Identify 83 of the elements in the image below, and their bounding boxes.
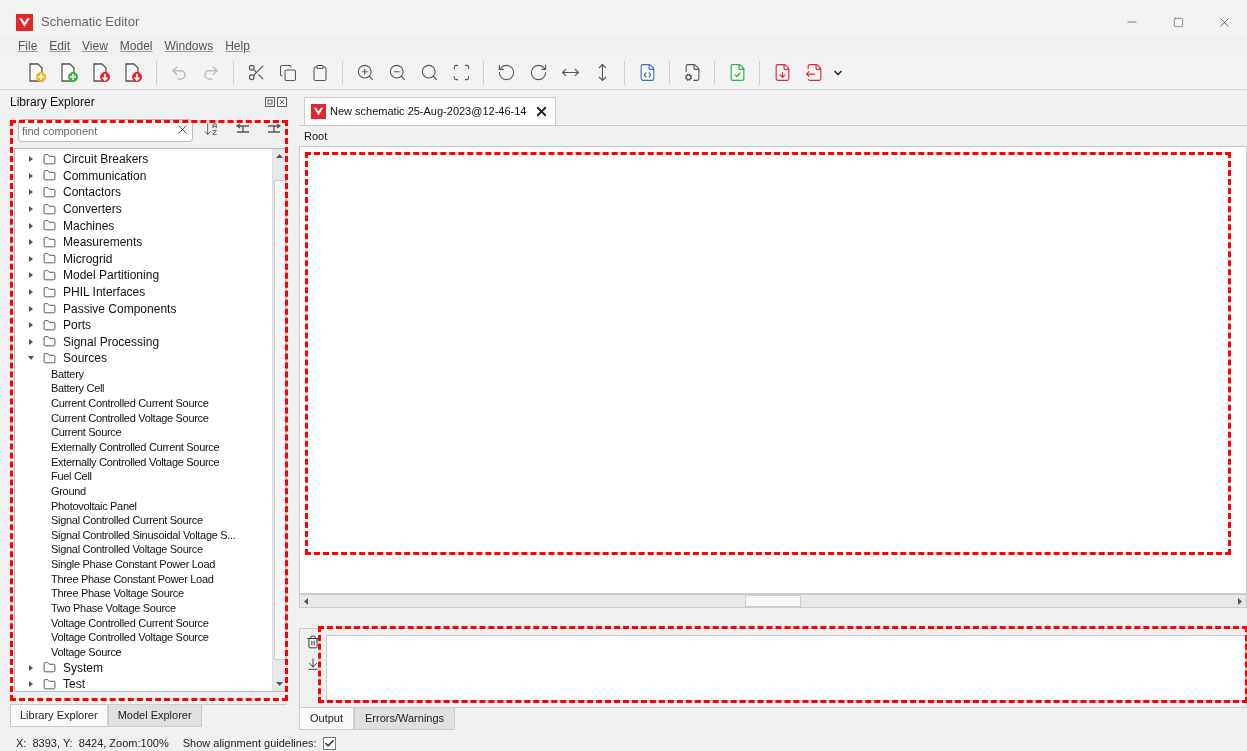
tree-item[interactable]: Model Partitioning — [63, 266, 160, 285]
tree-item[interactable]: Circuit Breakers — [63, 150, 149, 169]
close-panel-icon[interactable] — [277, 97, 287, 107]
menu-item[interactable]: Model — [119, 37, 153, 55]
tree-item[interactable]: Current Controlled Voltage Source — [51, 409, 209, 427]
menu-item[interactable]: Help — [225, 37, 250, 55]
tree-item[interactable]: Voltage Controlled Current Source — [51, 614, 209, 632]
tree-item[interactable]: Three Phase Constant Power Load — [51, 570, 214, 588]
tree-item[interactable]: Ground — [51, 482, 86, 500]
folder-icon — [43, 235, 56, 249]
tree-item[interactable]: Fuel Cell — [51, 468, 92, 485]
folder-icon — [43, 268, 56, 282]
coordinates-readout: X: 8393, Y: 8424, Zoom:100% — [16, 736, 169, 751]
search-field[interactable]: find component — [18, 119, 193, 142]
tree-item[interactable]: Measurements — [63, 233, 143, 252]
folder-icon — [43, 302, 56, 316]
folder-icon — [43, 661, 56, 675]
folder-icon — [43, 318, 56, 332]
tree-item[interactable]: Microgrid — [63, 249, 113, 268]
document-tab[interactable]: New schematic 25-Aug-2023@12-46-14 — [304, 97, 557, 125]
tree-item[interactable]: PHIL Interfaces — [63, 283, 146, 302]
menu-item[interactable]: File — [18, 37, 38, 55]
tree-item[interactable]: System — [63, 658, 103, 677]
menu-item[interactable]: View — [82, 37, 108, 55]
tree-item[interactable]: Voltage Controlled Voltage Source — [51, 629, 209, 646]
folder-icon — [43, 202, 56, 216]
scroll-up-arrow-icon[interactable] — [276, 153, 283, 160]
tree-item[interactable]: Converters — [63, 200, 122, 219]
tree-item[interactable]: Machines — [63, 216, 115, 235]
tree-item[interactable]: Single Phase Constant Power Load — [51, 556, 216, 573]
tree-item[interactable]: Contactors — [63, 183, 122, 202]
tree-item[interactable]: Externally Controlled Voltage Source — [51, 453, 220, 471]
tab-title: New schematic 25-Aug-2023@12-46-14 — [330, 104, 527, 120]
folder-icon — [43, 335, 56, 349]
scrollbar-thumb[interactable] — [273, 180, 286, 660]
tree-item[interactable]: Current Source — [51, 424, 122, 441]
guidelines-label: Show alignment guidelines: — [182, 736, 317, 751]
tree-item[interactable]: Voltage Source — [51, 643, 122, 661]
tree-item[interactable]: Test — [63, 675, 85, 691]
tree-item[interactable]: Sources — [63, 349, 108, 368]
tree-item[interactable]: Signal Processing — [63, 332, 160, 351]
app-logo-icon — [311, 104, 326, 119]
scroll-to-end-icon[interactable] — [306, 657, 320, 671]
panel-tab[interactable]: Errors/Warnings — [354, 708, 456, 730]
panel-tab[interactable]: Library Explorer — [10, 705, 108, 727]
tree-item[interactable]: Three Phase Voltage Source — [51, 585, 184, 602]
folder-icon — [43, 169, 56, 183]
float-panel-icon[interactable] — [265, 97, 275, 107]
tree-item[interactable]: Ports — [63, 316, 91, 335]
tree-item[interactable]: Signal Controlled Voltage Source — [51, 541, 203, 558]
folder-icon — [43, 152, 56, 166]
tree-item[interactable]: Signal Controlled Sinusoidal Voltage S... — [51, 526, 236, 544]
guidelines-checkbox[interactable] — [322, 737, 336, 750]
menu-item[interactable]: Edit — [49, 37, 71, 55]
app-logo-icon — [16, 13, 33, 31]
folder-icon — [43, 351, 56, 365]
tree-item[interactable]: Photovoltaic Panel — [51, 497, 137, 515]
panel-tab[interactable]: Output — [299, 708, 355, 730]
tree-item[interactable]: Battery Cell — [51, 380, 105, 397]
folder-icon — [43, 219, 56, 233]
folder-icon — [43, 285, 56, 299]
tree-item[interactable]: Externally Controlled Current Source — [51, 439, 220, 456]
folder-icon — [43, 677, 56, 691]
breadcrumb[interactable]: Root — [304, 127, 328, 145]
window-title: Schematic Editor — [41, 13, 140, 32]
scrollbar-thumb[interactable] — [745, 595, 801, 607]
tree-item[interactable]: Current Controlled Current Source — [51, 395, 209, 412]
scroll-left-arrow-icon[interactable] — [303, 597, 309, 605]
tree-item[interactable]: Two Phase Voltage Source — [51, 600, 176, 617]
folder-icon — [43, 186, 56, 199]
panel-title: Library Explorer — [10, 94, 95, 111]
tree-item[interactable]: Communication — [63, 166, 147, 185]
vertical-scrollbar[interactable] — [272, 149, 286, 691]
tree-item[interactable]: Battery — [51, 365, 84, 383]
clear-output-icon[interactable] — [306, 635, 320, 649]
tree-item[interactable]: Passive Components — [63, 299, 177, 318]
tree-item[interactable]: Signal Controlled Current Source — [51, 512, 203, 529]
folder-icon — [43, 252, 56, 266]
menu-item[interactable]: Windows — [164, 37, 214, 55]
panel-tab[interactable]: Model Explorer — [107, 705, 202, 727]
scroll-right-arrow-icon[interactable] — [1237, 597, 1243, 605]
horizontal-scrollbar[interactable] — [299, 594, 1247, 608]
scroll-down-arrow-icon[interactable] — [276, 680, 283, 687]
